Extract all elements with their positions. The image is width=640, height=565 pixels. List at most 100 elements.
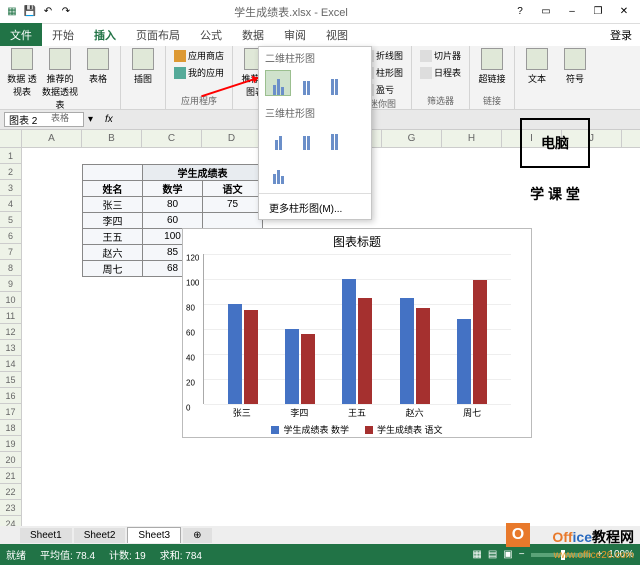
hdr-math[interactable]: 数学: [143, 181, 203, 197]
row-3[interactable]: 3: [0, 180, 22, 196]
row-7[interactable]: 7: [0, 244, 22, 260]
help-icon[interactable]: ?: [508, 2, 532, 22]
sheet-tab-3[interactable]: Sheet3: [127, 527, 181, 543]
zoom-out[interactable]: −: [519, 549, 525, 560]
column-chart-dropdown: 二维柱形图 三维柱形图 更多柱形图(M)...: [258, 46, 372, 220]
minimize-icon[interactable]: –: [560, 2, 584, 22]
row-12[interactable]: 12: [0, 324, 22, 340]
save-icon[interactable]: 💾: [22, 4, 38, 20]
hdr-lang[interactable]: 语文: [203, 181, 263, 197]
row-16[interactable]: 16: [0, 388, 22, 404]
dd-3d-100stacked[interactable]: [321, 125, 347, 151]
col-D[interactable]: D: [202, 130, 262, 147]
row-1[interactable]: 1: [0, 148, 22, 164]
group-filters: 切片器 日程表 筛选器: [412, 46, 470, 109]
btn-slicer[interactable]: 切片器: [416, 48, 465, 63]
tab-view[interactable]: 视图: [316, 23, 358, 47]
dd-3d-stacked[interactable]: [293, 125, 319, 151]
col-B[interactable]: B: [82, 130, 142, 147]
col-G[interactable]: G: [382, 130, 442, 147]
row-8[interactable]: 8: [0, 260, 22, 276]
row-13[interactable]: 13: [0, 340, 22, 356]
view-layout-icon[interactable]: ▤: [488, 549, 497, 560]
classroom-text: 学 课 堂: [500, 184, 610, 204]
dd-3d-column[interactable]: [265, 159, 291, 185]
new-sheet-button[interactable]: ⊕: [183, 528, 211, 543]
ribbon-opts-icon[interactable]: ▭: [534, 2, 558, 22]
chart-title[interactable]: 图表标题: [183, 229, 531, 254]
row-11[interactable]: 11: [0, 308, 22, 324]
btn-rec-pivot[interactable]: 推荐的 数据透视表: [42, 48, 78, 111]
dd-100stacked-column[interactable]: [321, 70, 347, 96]
tab-data[interactable]: 数据: [232, 23, 274, 47]
row-14[interactable]: 14: [0, 356, 22, 372]
row-2[interactable]: 2: [0, 164, 22, 180]
row-10[interactable]: 10: [0, 292, 22, 308]
row-17[interactable]: 17: [0, 404, 22, 420]
x-axis-labels: 张三李四王五赵六周七: [213, 406, 501, 419]
dd-3d-clustered[interactable]: [265, 125, 291, 151]
btn-timeline[interactable]: 日程表: [416, 65, 465, 80]
tab-layout[interactable]: 页面布局: [126, 23, 190, 47]
row-5[interactable]: 5: [0, 212, 22, 228]
btn-hyperlink[interactable]: 超链接: [474, 48, 510, 85]
chart-legend[interactable]: 学生成绩表 数学 学生成绩表 语文: [183, 423, 531, 436]
group-tables: 数据 透视表 推荐的 数据透视表 表格 表格: [0, 46, 121, 109]
dd-clustered-column[interactable]: [265, 70, 291, 96]
group-apps: 应用商店 我的应用 应用程序: [166, 46, 233, 109]
row-headers: 123456789101112131415161718192021222324: [0, 148, 22, 532]
btn-myapps[interactable]: 我的应用: [170, 65, 228, 80]
row-20[interactable]: 20: [0, 452, 22, 468]
tab-insert[interactable]: 插入: [84, 23, 126, 48]
window-title: 学生成绩表.xlsx - Excel: [234, 4, 348, 20]
btn-table[interactable]: 表格: [80, 48, 116, 85]
restore-icon[interactable]: ❐: [586, 2, 610, 22]
sheet-tab-2[interactable]: Sheet2: [74, 528, 126, 543]
office-logo: O: [506, 523, 530, 547]
col-H[interactable]: H: [442, 130, 502, 147]
group-label-filters: 筛选器: [416, 94, 465, 107]
group-text: 文本 符号: [515, 46, 597, 109]
tab-review[interactable]: 审阅: [274, 23, 316, 47]
row-15[interactable]: 15: [0, 372, 22, 388]
status-bar: 就绪 平均值: 78.4 计数: 19 求和: 784 ▦ ▤ ▣ − + 10…: [0, 544, 640, 565]
btn-illus[interactable]: 插图: [125, 48, 161, 85]
redo-icon[interactable]: ↷: [58, 4, 74, 20]
window-controls: ? ▭ – ❐ ✕: [508, 2, 636, 22]
excel-icon: ▦: [4, 4, 20, 20]
row-21[interactable]: 21: [0, 468, 22, 484]
tab-home[interactable]: 开始: [42, 23, 84, 47]
hdr-name[interactable]: 姓名: [83, 181, 143, 197]
col-C[interactable]: C: [142, 130, 202, 147]
group-label-apps: 应用程序: [170, 94, 228, 107]
status-count: 计数: 19: [109, 547, 146, 562]
btn-pivot[interactable]: 数据 透视表: [4, 48, 40, 98]
view-break-icon[interactable]: ▣: [503, 549, 512, 560]
row-6[interactable]: 6: [0, 228, 22, 244]
btn-text[interactable]: 文本: [519, 48, 555, 85]
row-23[interactable]: 23: [0, 500, 22, 516]
tab-file[interactable]: 文件: [0, 23, 42, 47]
dd-stacked-column[interactable]: [293, 70, 319, 96]
tab-formula[interactable]: 公式: [190, 23, 232, 47]
status-ready: 就绪: [6, 547, 26, 562]
btn-symbol[interactable]: 符号: [557, 48, 593, 85]
view-normal-icon[interactable]: ▦: [472, 549, 481, 560]
btn-appstore[interactable]: 应用商店: [170, 48, 228, 63]
table-title[interactable]: 学生成绩表: [143, 165, 263, 181]
row-18[interactable]: 18: [0, 420, 22, 436]
row-9[interactable]: 9: [0, 276, 22, 292]
col-A[interactable]: A: [22, 130, 82, 147]
chart-plot-area[interactable]: 020406080100120: [203, 254, 511, 404]
chart-object[interactable]: 图表标题 020406080100120 张三李四王五赵六周七 学生成绩表 数学…: [182, 228, 532, 438]
sheet-tab-1[interactable]: Sheet1: [20, 528, 72, 543]
row-22[interactable]: 22: [0, 484, 22, 500]
row-4[interactable]: 4: [0, 196, 22, 212]
row-19[interactable]: 19: [0, 436, 22, 452]
close-icon[interactable]: ✕: [612, 2, 636, 22]
ribbon-tabs: 文件 开始 插入 页面布局 公式 数据 审阅 视图 登录: [0, 24, 640, 46]
dd-3d-title: 三维柱形图: [259, 102, 371, 123]
login-link[interactable]: 登录: [602, 23, 640, 47]
dd-more-column[interactable]: 更多柱形图(M)...: [259, 196, 371, 219]
undo-icon[interactable]: ↶: [40, 4, 56, 20]
